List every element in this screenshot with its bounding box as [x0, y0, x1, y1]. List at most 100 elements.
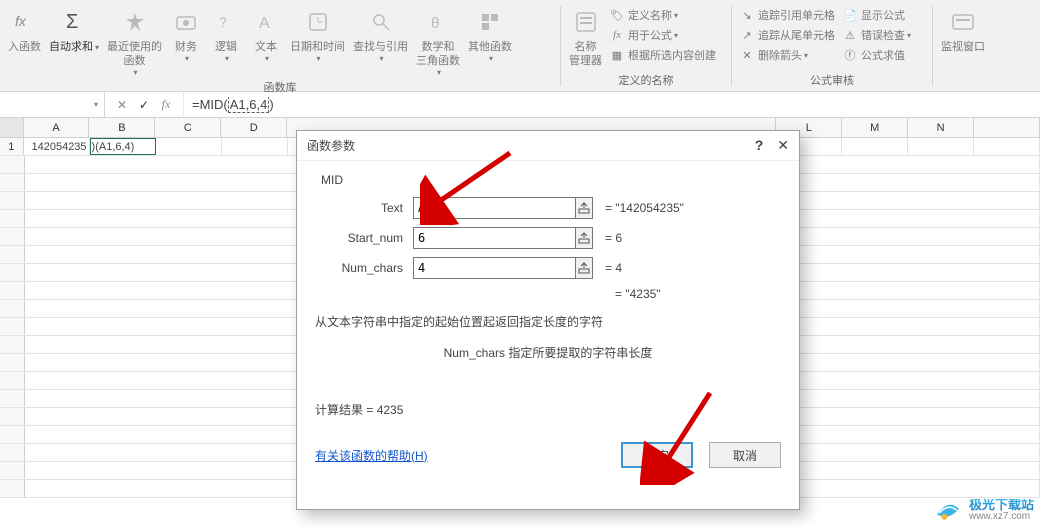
watch-window-icon	[947, 6, 979, 38]
row-header[interactable]	[0, 462, 25, 479]
ribbon-label: 其他函数	[468, 40, 512, 54]
param-startnum-input[interactable]	[413, 227, 576, 249]
fx-icon: fx	[9, 6, 41, 38]
cancel-edit-button[interactable]: ✕	[113, 98, 131, 112]
cell[interactable]	[842, 138, 908, 155]
formula-input[interactable]: =MID(A1,6,4)	[184, 97, 1040, 113]
column-header[interactable]	[974, 118, 1040, 137]
logical-icon: ?	[210, 6, 242, 38]
param-numchars-input[interactable]	[413, 257, 576, 279]
cell[interactable]	[974, 138, 1040, 155]
show-formulas-button[interactable]: 📄显示公式	[841, 6, 913, 24]
column-header[interactable]: A	[24, 118, 90, 137]
chevron-down-icon: ▾	[317, 54, 321, 63]
watch-window-button[interactable]: 监视窗口	[937, 4, 989, 56]
confirm-edit-button[interactable]: ✓	[135, 98, 153, 112]
cell-b1[interactable]: )(A1,6,4)	[90, 138, 156, 155]
trace-prec-icon: ↘	[740, 8, 754, 22]
select-all-corner[interactable]	[0, 118, 24, 137]
ribbon-label: 定义名称	[628, 7, 672, 23]
formula-text: =MID(	[192, 97, 228, 112]
financial-button[interactable]: 财务 ▾	[166, 4, 206, 65]
cell[interactable]	[222, 138, 288, 155]
more-icon	[474, 6, 506, 38]
row-header[interactable]: 1	[0, 138, 24, 155]
dialog-title: 函数参数	[307, 137, 355, 154]
param-text-input[interactable]	[413, 197, 576, 219]
row-header[interactable]	[0, 300, 25, 317]
trace-precedents-button[interactable]: ↘追踪引用单元格	[738, 6, 837, 24]
chevron-down-icon: ▾	[437, 68, 441, 77]
dialog-titlebar[interactable]: 函数参数 ? ✕	[297, 131, 799, 161]
cell[interactable]	[908, 138, 974, 155]
column-header[interactable]: N	[908, 118, 974, 137]
column-header[interactable]: C	[155, 118, 221, 137]
evaluate-formula-button[interactable]: ⓕ公式求值	[841, 46, 913, 64]
recently-used-button[interactable]: 最近使用的 函数 ▾	[103, 4, 166, 79]
chevron-down-icon: ▾	[134, 68, 138, 77]
row-header[interactable]	[0, 156, 25, 173]
function-description: 从文本字符串中指定的起始位置起返回指定长度的字符	[315, 313, 781, 330]
cell-a1[interactable]: 142054235	[24, 138, 90, 155]
row-header[interactable]	[0, 192, 25, 209]
collapse-icon	[578, 202, 590, 214]
row-header[interactable]	[0, 318, 25, 335]
row-header[interactable]	[0, 408, 25, 425]
name-box[interactable]: ▾	[0, 92, 105, 117]
financial-icon	[170, 6, 202, 38]
column-header[interactable]: M	[842, 118, 908, 137]
ribbon-label: 自动求和▾	[49, 40, 99, 55]
column-header[interactable]: B	[89, 118, 155, 137]
use-in-formula-button[interactable]: fx用于公式▾	[608, 26, 718, 44]
theta-icon: θ	[422, 6, 454, 38]
row-header[interactable]	[0, 282, 25, 299]
ok-button[interactable]: 确定	[621, 442, 693, 468]
math-trig-button[interactable]: θ 数学和 三角函数 ▾	[412, 4, 464, 79]
cancel-button[interactable]: 取消	[709, 442, 781, 468]
text-button[interactable]: A 文本 ▾	[246, 4, 286, 65]
row-header[interactable]	[0, 174, 25, 191]
remove-arrows-button[interactable]: ✕删除箭头▾	[738, 46, 837, 64]
param-row-numchars: Num_chars = 4	[315, 257, 781, 279]
row-header[interactable]	[0, 372, 25, 389]
chevron-down-icon: ▾	[674, 31, 678, 40]
error-checking-button[interactable]: ⚠错误检查▾	[841, 26, 913, 44]
row-header[interactable]	[0, 444, 25, 461]
autosum-button[interactable]: Σ 自动求和▾	[45, 4, 103, 57]
row-header[interactable]	[0, 480, 25, 497]
row-header[interactable]	[0, 336, 25, 353]
column-header[interactable]: D	[221, 118, 287, 137]
name-manager-button[interactable]: 名称 管理器	[565, 4, 606, 70]
row-header[interactable]	[0, 354, 25, 371]
help-button[interactable]: ?	[755, 137, 764, 154]
define-name-button[interactable]: 🏷定义名称▾	[608, 6, 718, 24]
function-name: MID	[321, 173, 781, 187]
lookup-ref-button[interactable]: 查找与引用 ▾	[349, 4, 412, 65]
row-header[interactable]	[0, 210, 25, 227]
logical-button[interactable]: ? 逻辑 ▾	[206, 4, 246, 65]
collapse-dialog-button[interactable]	[576, 197, 593, 219]
collapse-dialog-button[interactable]	[576, 227, 593, 249]
trace-dependents-button[interactable]: ↗追踪从尾单元格	[738, 26, 837, 44]
insert-function-fx-button[interactable]: fx	[157, 97, 175, 112]
cell[interactable]	[156, 138, 222, 155]
param-row-text: Text = "142054235"	[315, 197, 781, 219]
row-header[interactable]	[0, 264, 25, 281]
lookup-icon	[365, 6, 397, 38]
row-header[interactable]	[0, 228, 25, 245]
ribbon-label: 名称 管理器	[569, 40, 602, 68]
chevron-down-icon[interactable]: ▾	[94, 100, 98, 109]
show-formula-icon: 📄	[843, 8, 857, 22]
remove-arrows-icon: ✕	[740, 48, 754, 62]
row-header[interactable]	[0, 426, 25, 443]
date-time-button[interactable]: 日期和时间 ▾	[286, 4, 349, 65]
collapse-dialog-button[interactable]	[576, 257, 593, 279]
close-button[interactable]: ✕	[777, 137, 789, 154]
insert-function-button[interactable]: fx 入函数	[4, 4, 45, 56]
create-from-selection-button[interactable]: ▦根据所选内容创建	[608, 46, 718, 64]
row-header[interactable]	[0, 390, 25, 407]
chevron-down-icon: ▾	[804, 51, 808, 60]
function-help-link[interactable]: 有关该函数的帮助(H)	[315, 447, 428, 464]
row-header[interactable]	[0, 246, 25, 263]
more-functions-button[interactable]: 其他函数 ▾	[464, 4, 516, 65]
